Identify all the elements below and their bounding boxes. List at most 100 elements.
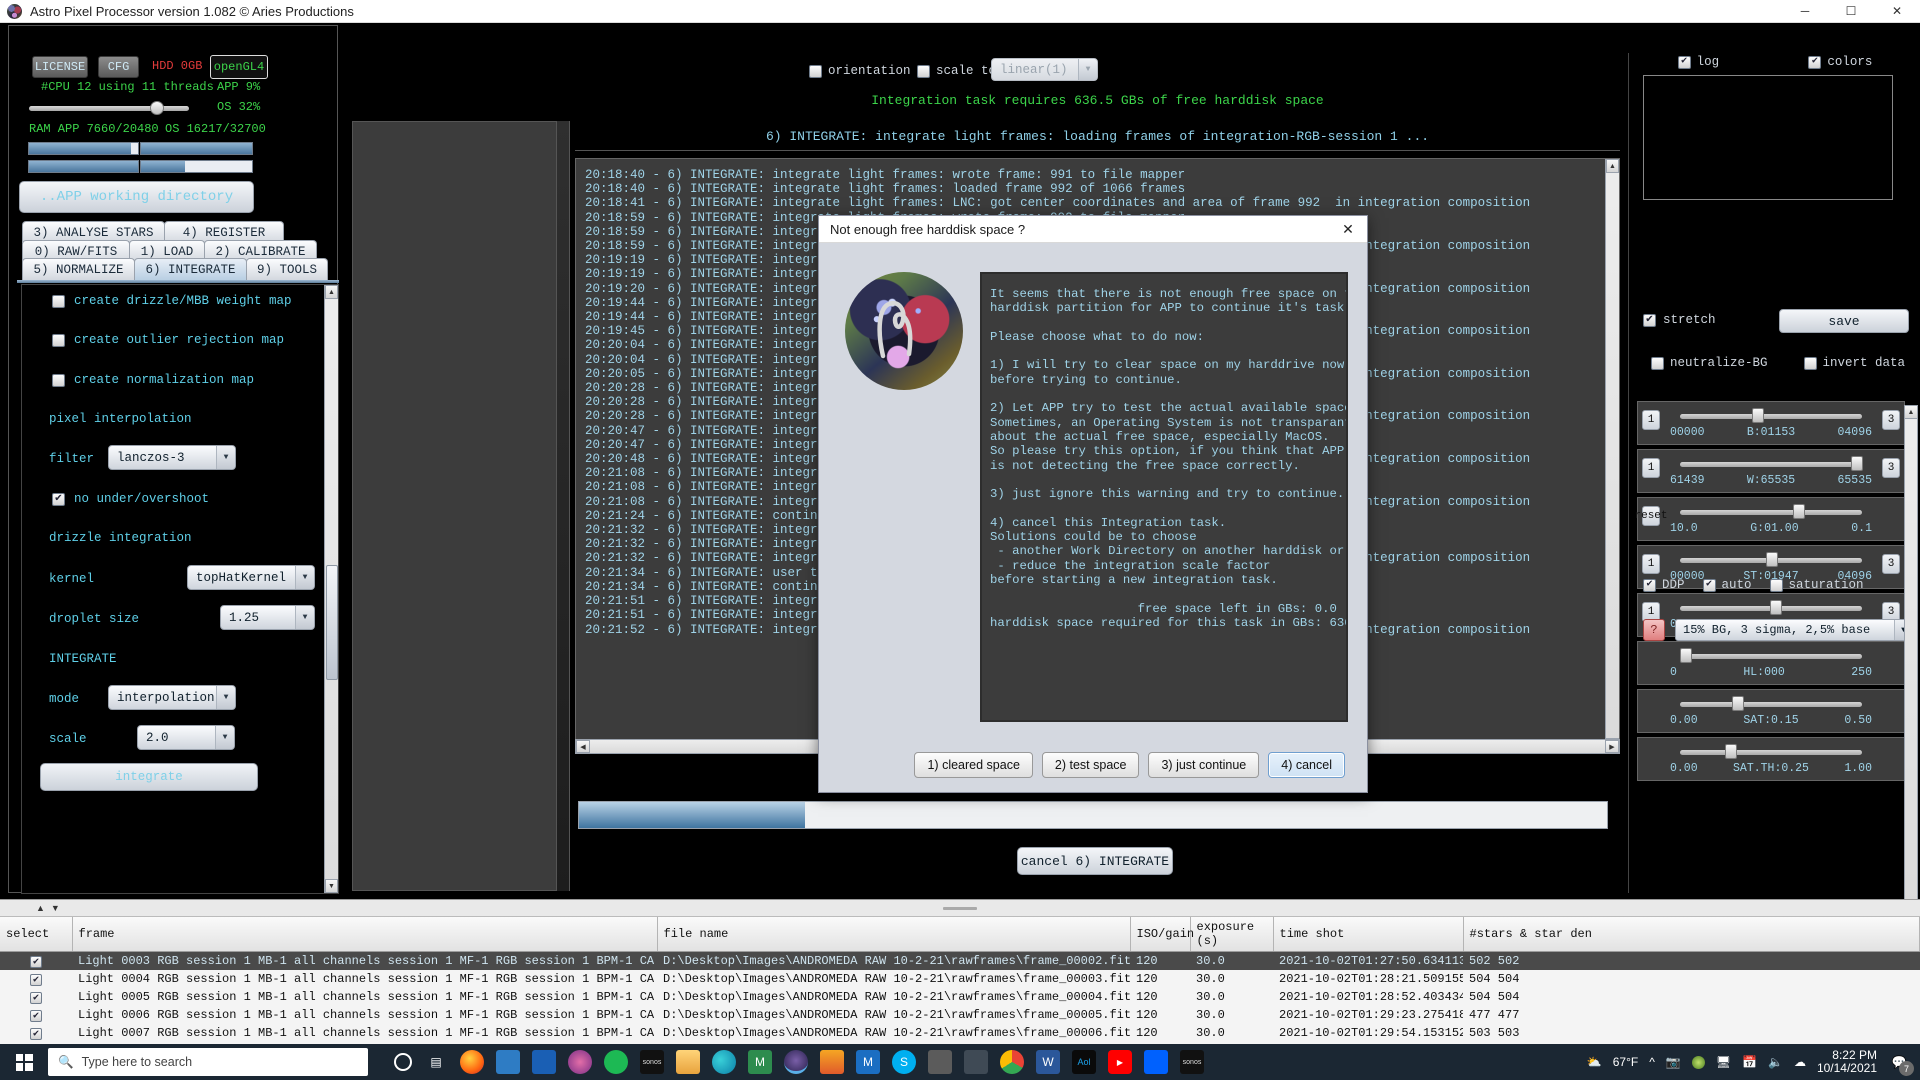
checkbox-row-normalization-map[interactable]: create normalization map bbox=[52, 373, 254, 387]
volume-icon[interactable]: 🔈 bbox=[1768, 1055, 1783, 1069]
stretch-mode-combo[interactable]: linear(1) ▼ bbox=[991, 58, 1098, 81]
row-select-cell[interactable]: ✔ bbox=[0, 1006, 72, 1024]
colors-checkbox[interactable] bbox=[1808, 55, 1822, 69]
weather-icon[interactable]: ⛅ bbox=[1587, 1055, 1602, 1069]
dialog-button-1[interactable]: 1) cleared space bbox=[914, 752, 1033, 778]
slider-block-2[interactable]: reset 10.0 G:01.00 0.1 bbox=[1635, 497, 1905, 541]
slider-knob-1[interactable] bbox=[1851, 456, 1863, 471]
no-under-overshoot-checkbox[interactable] bbox=[52, 492, 65, 506]
chevron-down-icon[interactable]: ▼ bbox=[216, 686, 235, 709]
skype-icon[interactable]: S bbox=[892, 1050, 916, 1074]
saturation-checkbox[interactable] bbox=[1769, 578, 1783, 592]
slider-knob-4[interactable] bbox=[1770, 600, 1782, 615]
firefox-icon[interactable] bbox=[460, 1050, 484, 1074]
slider-knob-7[interactable] bbox=[1725, 744, 1737, 759]
scale-combo[interactable]: 2.0 ▼ bbox=[137, 725, 235, 750]
music-icon[interactable] bbox=[568, 1050, 592, 1074]
create-drizzle-weight-map-checkbox[interactable] bbox=[52, 294, 65, 308]
table-header-stars-star-den[interactable]: #stars & star den bbox=[1463, 917, 1920, 952]
stretch-checkbox[interactable] bbox=[1643, 313, 1656, 327]
network-icon[interactable]: 🖥 bbox=[1716, 1055, 1731, 1069]
table-row[interactable]: ✔ Light 0007 RGB session 1 MB-1 all chann… bbox=[0, 1024, 1920, 1042]
slider-track-7[interactable] bbox=[1680, 750, 1862, 755]
clock[interactable]: 8:22 PM 10/14/2021 bbox=[1817, 1049, 1877, 1075]
slider-track-5[interactable] bbox=[1680, 654, 1862, 659]
tab-9-tools[interactable]: 9) TOOLS bbox=[246, 258, 328, 280]
paint-icon[interactable] bbox=[820, 1050, 844, 1074]
row-select-cell[interactable]: ✔ bbox=[0, 951, 72, 970]
chevron-down-icon[interactable]: ▼ bbox=[216, 446, 235, 469]
slider-left-button-0[interactable]: 1 bbox=[1642, 410, 1660, 430]
maximize-button[interactable]: ☐ bbox=[1828, 0, 1874, 22]
edge-icon[interactable] bbox=[712, 1050, 736, 1074]
log-toggle[interactable]: log bbox=[1677, 55, 1719, 69]
aol-icon[interactable]: Aol bbox=[1072, 1050, 1096, 1074]
slider-left-button-2[interactable]: reset bbox=[1635, 506, 1668, 526]
table-header-time-shot[interactable]: time shot bbox=[1273, 917, 1464, 952]
histogram-preview[interactable] bbox=[1643, 75, 1893, 200]
nvidia-icon[interactable] bbox=[1691, 1055, 1705, 1069]
row-select-checkbox[interactable]: ✔ bbox=[30, 1010, 42, 1022]
scrollbar-thumb[interactable] bbox=[326, 565, 338, 680]
table-collapse-icons[interactable]: ▲▼ bbox=[36, 903, 66, 913]
dialog-button-4[interactable]: 4) cancel bbox=[1268, 752, 1345, 778]
ddp-toggle[interactable]: DDP bbox=[1643, 578, 1685, 592]
slider-left-button-1[interactable]: 1 bbox=[1642, 458, 1660, 478]
start-button[interactable] bbox=[0, 1044, 48, 1080]
chevron-down-icon[interactable]: ▼ bbox=[215, 726, 234, 749]
slider-track-6[interactable] bbox=[1680, 702, 1862, 707]
chevron-down-icon[interactable]: ▼ bbox=[1078, 59, 1097, 80]
scroll-up-icon[interactable]: ▲ bbox=[325, 285, 338, 299]
notification-center-icon[interactable]: 💬 7 bbox=[1888, 1051, 1914, 1076]
sonos-icon[interactable]: sonos bbox=[640, 1050, 664, 1074]
slider-knob-3[interactable] bbox=[1766, 552, 1779, 567]
row-select-cell[interactable]: ✔ bbox=[0, 1024, 72, 1042]
dialog-button-2[interactable]: 2) test space bbox=[1041, 752, 1140, 778]
image-preview-area[interactable] bbox=[352, 121, 570, 891]
table-row[interactable]: ✔ Light 0004 RGB session 1 MB-1 all chann… bbox=[0, 970, 1920, 988]
left-panel-scrollbar[interactable]: ▲ ▼ bbox=[324, 285, 338, 893]
table-header-frame[interactable]: frame bbox=[72, 917, 658, 952]
mode-combo[interactable]: interpolation ▼ bbox=[108, 685, 236, 710]
youtube-icon[interactable]: ▶ bbox=[1108, 1050, 1132, 1074]
cancel-integrate-button[interactable]: cancel 6) INTEGRATE bbox=[1017, 847, 1173, 875]
create-outlier-rejection-map-checkbox[interactable] bbox=[52, 333, 65, 347]
integrate-button[interactable]: integrate bbox=[40, 763, 258, 791]
app-icon-astro[interactable] bbox=[784, 1050, 808, 1074]
tab-5-normalize[interactable]: 5) NORMALIZE bbox=[22, 258, 135, 280]
row-select-checkbox[interactable]: ✔ bbox=[30, 992, 42, 1004]
table-header-iso-gain[interactable]: ISO/gain bbox=[1130, 917, 1194, 952]
scroll-left-icon[interactable]: ◀ bbox=[576, 740, 590, 753]
dialog-button-3[interactable]: 3) just continue bbox=[1148, 752, 1260, 778]
kernel-combo[interactable]: topHatKernel ▼ bbox=[187, 565, 315, 590]
chevron-down-icon[interactable]: ▼ bbox=[295, 606, 314, 629]
dialog-close-icon[interactable]: ✕ bbox=[1329, 216, 1367, 242]
neutralize-bg-checkbox[interactable] bbox=[1651, 356, 1664, 370]
filter-combo[interactable]: lanczos-3 ▼ bbox=[108, 445, 236, 470]
working-directory-button[interactable]: ..APP working directory bbox=[19, 181, 254, 213]
slider-block-7[interactable]: 0.00 SAT.TH:0.25 1.00 bbox=[1637, 737, 1905, 781]
checkbox-row-drizzle-weight-map[interactable]: create drizzle/MBB weight map bbox=[52, 294, 292, 308]
row-select-cell[interactable]: ✔ bbox=[0, 988, 72, 1006]
scroll-right-icon[interactable]: ▶ bbox=[1605, 740, 1619, 753]
media-player-icon[interactable] bbox=[532, 1050, 556, 1074]
slider-right-button-1[interactable]: 3 bbox=[1882, 458, 1900, 478]
slider-block-6[interactable]: 0.00 SAT:0.15 0.50 bbox=[1637, 689, 1905, 733]
slider-right-button-0[interactable]: 3 bbox=[1882, 410, 1900, 430]
cfg-button[interactable]: CFG bbox=[98, 56, 139, 78]
row-select-cell[interactable]: ✔ bbox=[0, 970, 72, 988]
chevron-down-icon[interactable]: ▼ bbox=[295, 566, 314, 589]
slider-left-button-3[interactable]: 1 bbox=[1642, 554, 1660, 574]
slider-track-0[interactable] bbox=[1680, 414, 1862, 419]
invert-data-checkbox[interactable] bbox=[1803, 356, 1817, 370]
spotify-icon[interactable] bbox=[604, 1050, 628, 1074]
preset-combo[interactable]: 15% BG, 3 sigma, 2,5% base ▼ bbox=[1675, 619, 1913, 641]
orientation-toggle[interactable]: orientation bbox=[809, 64, 911, 78]
table-header-file-name[interactable]: file name bbox=[657, 917, 1131, 952]
scroll-down-icon[interactable]: ▼ bbox=[325, 879, 338, 893]
calendar-tray-icon[interactable]: 📅 bbox=[1742, 1055, 1757, 1069]
taskbar-search-box[interactable]: 🔍 Type here to search bbox=[48, 1048, 368, 1076]
store-icon[interactable] bbox=[496, 1050, 520, 1074]
thread-count-slider[interactable] bbox=[29, 101, 189, 115]
maps-icon[interactable]: M bbox=[748, 1050, 772, 1074]
